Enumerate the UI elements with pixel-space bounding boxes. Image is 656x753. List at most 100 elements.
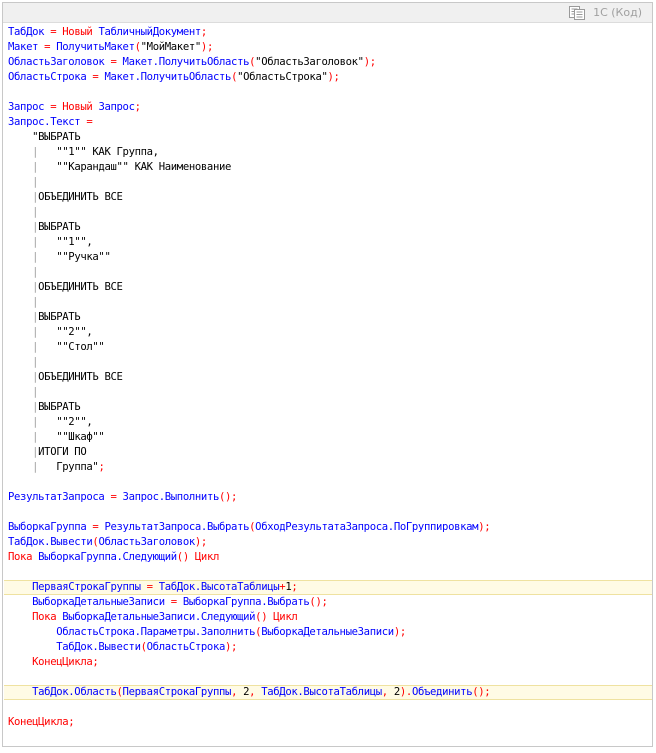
code-token: | bbox=[8, 251, 57, 263]
code-token: ОбходРезультатаЗапроса.ПоГруппировкам bbox=[255, 521, 479, 533]
code-token: ВыборкаДетальныеЗаписи.Следующий bbox=[62, 611, 256, 623]
code-token: ); bbox=[200, 41, 213, 53]
code-token: Группа" bbox=[56, 461, 99, 473]
code-token: = bbox=[92, 521, 105, 533]
code-line: | ""1"", bbox=[8, 235, 652, 250]
code-token: | bbox=[8, 161, 57, 173]
highlighted-code-line: ПерваяСтрокаГруппы = ТабДок.ВысотаТаблиц… bbox=[4, 580, 652, 595]
code-token: Запрос bbox=[98, 101, 135, 113]
code-token: | bbox=[8, 221, 39, 233]
code-line: | bbox=[8, 295, 652, 310]
code-token: Запрос.Выполнить bbox=[122, 491, 220, 503]
code-line: Запрос = Новый Запрос; bbox=[8, 100, 652, 115]
code-token: ВыборкаГруппа bbox=[8, 521, 93, 533]
code-line: ОбластьЗаголовок = Макет.ПолучитьОбласть… bbox=[8, 55, 652, 70]
code-token: ТабДок.Область bbox=[8, 686, 117, 698]
code-line: |ОБЪЕДИНИТЬ ВСЕ bbox=[8, 190, 652, 205]
code-token: | bbox=[8, 326, 57, 338]
code-token: | bbox=[8, 146, 57, 158]
code-token: = bbox=[50, 101, 63, 113]
code-line: | bbox=[8, 385, 652, 400]
code-token: ОБЪЕДИНИТЬ ВСЕ bbox=[38, 191, 123, 203]
code-line: | bbox=[8, 175, 652, 190]
code-token: | bbox=[8, 431, 57, 443]
code-token: | bbox=[8, 416, 57, 428]
code-token: | bbox=[8, 401, 39, 413]
code-line: | bbox=[8, 265, 652, 280]
code-token: ТабДок.Вывести bbox=[8, 536, 93, 548]
code-token: ); bbox=[478, 521, 491, 533]
code-token: Новый bbox=[62, 26, 99, 38]
code-token: = bbox=[110, 491, 123, 503]
code-token: ""2"", bbox=[56, 416, 93, 428]
code-token: РезультатЗапроса.Выбрать bbox=[104, 521, 250, 533]
code-token: ТабДок.Вывести bbox=[8, 641, 141, 653]
code-token: ""Стол"" bbox=[56, 341, 105, 353]
code-token: Цикл bbox=[273, 611, 298, 623]
code-token: РезультатЗапроса bbox=[8, 491, 111, 503]
code-token: КонецЦикла; bbox=[8, 656, 99, 668]
code-line: Пока ВыборкаДетальныеЗаписи.Следующий() … bbox=[8, 610, 652, 625]
code-token: | bbox=[8, 296, 39, 308]
code-token: ; bbox=[200, 26, 207, 38]
code-line: |ИТОГИ ПО bbox=[8, 445, 652, 460]
code-token: ""1"" КАК Группа, bbox=[56, 146, 159, 158]
code-body[interactable]: ТабДок = Новый ТабличныйДокумент; Макет =… bbox=[4, 25, 652, 730]
code-token: ПолучитьМакет bbox=[56, 41, 135, 53]
code-token: Запрос bbox=[8, 101, 51, 113]
code-line: ОбластьСтрока.Параметры.Заполнить(Выборк… bbox=[8, 625, 652, 640]
code-token: Пока bbox=[8, 551, 39, 563]
code-token: = bbox=[146, 581, 159, 593]
code-block-header: 1С (Код) bbox=[3, 3, 652, 23]
code-line: | ""2"", bbox=[8, 415, 652, 430]
code-token: ОБЪЕДИНИТЬ ВСЕ bbox=[38, 371, 123, 383]
code-token: | bbox=[8, 236, 57, 248]
code-token: ВЫБРАТЬ bbox=[38, 401, 81, 413]
code-line: ВыборкаГруппа = РезультатЗапроса.Выбрать… bbox=[8, 520, 652, 535]
code-token: = bbox=[110, 56, 123, 68]
code-token: ); bbox=[363, 56, 376, 68]
code-line: | ""2"", bbox=[8, 325, 652, 340]
code-line: | ""1"" КАК Группа, bbox=[8, 145, 652, 160]
code-line: КонецЦикла; bbox=[8, 715, 652, 730]
code-token: ""2"", bbox=[56, 326, 93, 338]
code-token: ПерваяСтрокаГруппы bbox=[8, 581, 147, 593]
code-language-label: 1С (Код) bbox=[593, 6, 642, 19]
code-token: ОбластьЗаголовок bbox=[98, 536, 195, 548]
code-token: | bbox=[8, 191, 39, 203]
code-token: | bbox=[8, 281, 39, 293]
code-line: | bbox=[8, 355, 652, 370]
code-token: ""Ручка"" bbox=[56, 251, 111, 263]
code-line: | bbox=[8, 205, 652, 220]
code-token: ВыборкаГруппа.Следующий bbox=[38, 551, 177, 563]
code-token: ВыборкаДетальныеЗаписи bbox=[261, 626, 394, 638]
code-token: ТабДок.ВысотаТаблицы bbox=[261, 686, 382, 698]
copy-icon[interactable] bbox=[569, 5, 586, 20]
code-token: Пока bbox=[8, 611, 63, 623]
code-line: |ВЫБРАТЬ bbox=[8, 400, 652, 415]
code-token: Цикл bbox=[194, 551, 220, 563]
code-line: | Группа"; bbox=[8, 460, 652, 475]
code-block: 1С (Код) ТабДок = Новый ТабличныйДокумен… bbox=[2, 2, 653, 747]
code-token: ВЫБРАТЬ bbox=[38, 311, 81, 323]
code-token: ОБЪЕДИНИТЬ ВСЕ bbox=[38, 281, 123, 293]
code-token: | bbox=[8, 266, 39, 278]
code-token: "МойМакет" bbox=[140, 41, 202, 53]
code-token: ""Карандаш"" КАК Наименование bbox=[56, 161, 232, 173]
code-token: = bbox=[44, 41, 57, 53]
code-token: ПерваяСтрокаГруппы bbox=[122, 686, 232, 698]
code-line: |ОБЪЕДИНИТЬ ВСЕ bbox=[8, 280, 652, 295]
code-token: ИТОГИ ПО bbox=[38, 446, 87, 458]
code-line: ТабДок.Вывести(ОбластьЗаголовок); bbox=[8, 535, 652, 550]
code-token: | bbox=[8, 341, 57, 353]
code-token: , bbox=[249, 686, 262, 698]
code-token: (); bbox=[309, 596, 328, 608]
code-token: | bbox=[8, 206, 39, 218]
code-token: = bbox=[86, 116, 93, 128]
code-line: | ""Карандаш"" КАК Наименование bbox=[8, 160, 652, 175]
code-token: Запрос.Текст bbox=[8, 116, 87, 128]
code-token: Новый bbox=[62, 101, 99, 113]
code-token: "ОбластьЗаголовок" bbox=[255, 56, 364, 68]
